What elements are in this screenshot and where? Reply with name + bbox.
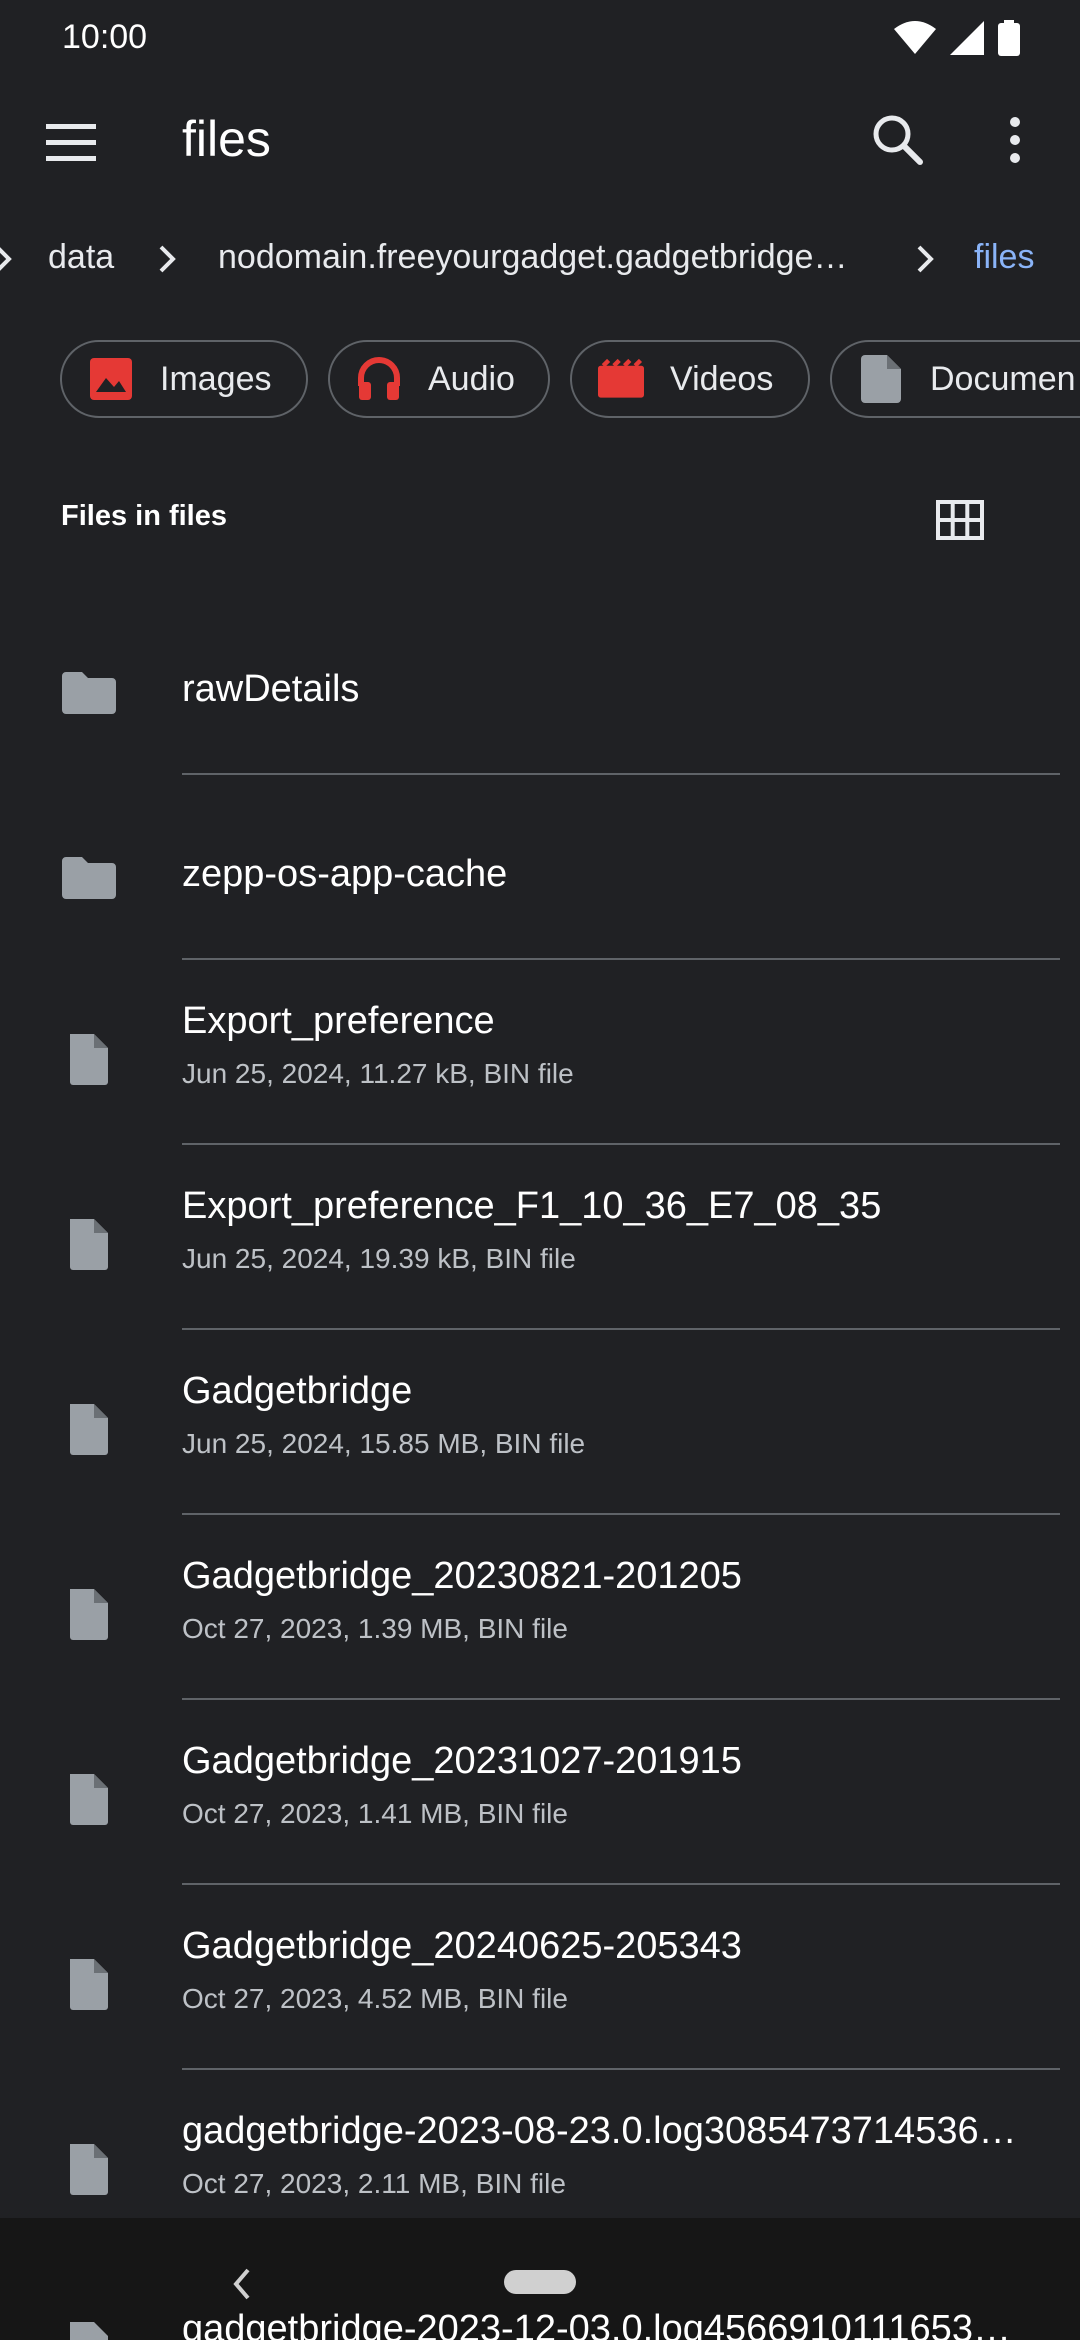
file-name: Gadgetbridge_20231027-201915	[182, 1740, 742, 1782]
chip-images[interactable]: Images	[60, 340, 308, 418]
search-icon	[873, 115, 923, 165]
list-item[interactable]: Gadgetbridge_20231027-201915 Oct 27, 202…	[0, 1700, 1080, 1885]
list-item[interactable]: Gadgetbridge_20230821-201205 Oct 27, 202…	[0, 1515, 1080, 1700]
file-name: gadgetbridge-2023-12-03.0.log45669101116…	[182, 2308, 1011, 2340]
status-time: 10:00	[62, 18, 148, 56]
file-icon	[70, 2144, 108, 2195]
wifi-icon	[894, 21, 936, 54]
chevron-right-icon	[917, 245, 934, 273]
file-icon	[70, 1034, 108, 1085]
breadcrumb-item-data[interactable]: data	[48, 238, 114, 277]
home-pill[interactable]	[504, 2270, 576, 2294]
file-list: rawDetails zepp-os-app-cache Export_pref…	[0, 590, 1080, 2255]
list-item[interactable]: Gadgetbridge_20240625-205343 Oct 27, 202…	[0, 1885, 1080, 2070]
category-chips: Images Audio Videos Documen	[0, 340, 1080, 424]
file-name: Export_preference_F1_10_36_E7_08_35	[182, 1185, 882, 1227]
file-name: zepp-os-app-cache	[182, 853, 508, 895]
file-name: gadgetbridge-2023-08-23.0.log30854737145…	[182, 2110, 1017, 2152]
app-bar: files	[0, 80, 1080, 200]
chevron-right-icon	[0, 247, 12, 271]
list-item[interactable]: zepp-os-app-cache	[0, 775, 1080, 960]
file-meta: Oct 27, 2023, 1.41 MB, BIN file	[182, 1798, 568, 1829]
chip-audio-label: Audio	[428, 359, 515, 398]
status-bar: 10:00	[0, 0, 1080, 80]
more-vert-icon	[1010, 117, 1020, 163]
breadcrumb: data nodomain.freeyourgadget.gadgetbridg…	[0, 220, 1080, 300]
menu-button[interactable]	[40, 112, 102, 174]
menu-icon	[46, 124, 96, 161]
chip-documents-label: Documen	[930, 359, 1076, 398]
file-name: Gadgetbridge_20230821-201205	[182, 1555, 742, 1597]
file-icon	[70, 1589, 108, 1640]
file-meta: Oct 27, 2023, 2.11 MB, BIN file	[182, 2168, 566, 2199]
document-icon	[858, 355, 904, 403]
chip-videos[interactable]: Videos	[570, 340, 810, 418]
breadcrumb-item-files[interactable]: files	[974, 238, 1034, 277]
back-icon[interactable]	[222, 2264, 262, 2304]
file-meta: Jun 25, 2024, 15.85 MB, BIN file	[182, 1428, 586, 1459]
file-icon	[70, 1404, 108, 1455]
chip-audio[interactable]: Audio	[328, 340, 550, 418]
movie-icon	[598, 356, 644, 402]
chip-images-label: Images	[160, 359, 272, 398]
chevron-right-icon	[159, 245, 176, 273]
file-meta: Oct 27, 2023, 1.39 MB, BIN file	[182, 1613, 568, 1644]
folder-icon	[62, 857, 116, 899]
view-toggle-button[interactable]	[932, 492, 988, 548]
file-name: Export_preference	[182, 1000, 495, 1042]
grid-view-icon	[936, 500, 984, 540]
file-meta: Jun 25, 2024, 11.27 kB, BIN file	[182, 1058, 574, 1089]
chip-videos-label: Videos	[670, 359, 774, 398]
signal-icon	[950, 21, 984, 55]
list-item[interactable]: gadgetbridge-2023-12-03.0.log45669101116…	[0, 2300, 1080, 2340]
section-header: Files in files	[61, 500, 227, 532]
image-icon	[88, 356, 134, 402]
list-item[interactable]: Export_preference_F1_10_36_E7_08_35 Jun …	[0, 1145, 1080, 1330]
list-item[interactable]: Export_preference Jun 25, 2024, 11.27 kB…	[0, 960, 1080, 1145]
file-icon	[70, 1219, 108, 1270]
file-name: Gadgetbridge_20240625-205343	[182, 1925, 742, 1967]
page-title: files	[182, 111, 271, 167]
file-meta: Oct 27, 2023, 4.52 MB, BIN file	[182, 1983, 568, 2014]
folder-icon	[62, 672, 116, 714]
status-icons	[894, 20, 1020, 56]
file-name: Gadgetbridge	[182, 1370, 413, 1412]
more-options-button[interactable]	[990, 108, 1040, 172]
headphones-icon	[356, 356, 402, 402]
chip-documents[interactable]: Documen	[830, 340, 1080, 418]
breadcrumb-item-package[interactable]: nodomain.freeyourgadget.gadgetbridge…	[218, 238, 847, 277]
list-item[interactable]: Gadgetbridge Jun 25, 2024, 15.85 MB, BIN…	[0, 1330, 1080, 1515]
list-item[interactable]: rawDetails	[0, 590, 1080, 775]
battery-icon	[998, 20, 1020, 56]
file-name: rawDetails	[182, 668, 360, 710]
file-icon	[70, 1774, 108, 1825]
file-icon	[70, 1959, 108, 2010]
search-button[interactable]	[866, 108, 930, 172]
file-meta: Jun 25, 2024, 19.39 kB, BIN file	[182, 1243, 576, 1274]
file-icon	[70, 2322, 108, 2340]
